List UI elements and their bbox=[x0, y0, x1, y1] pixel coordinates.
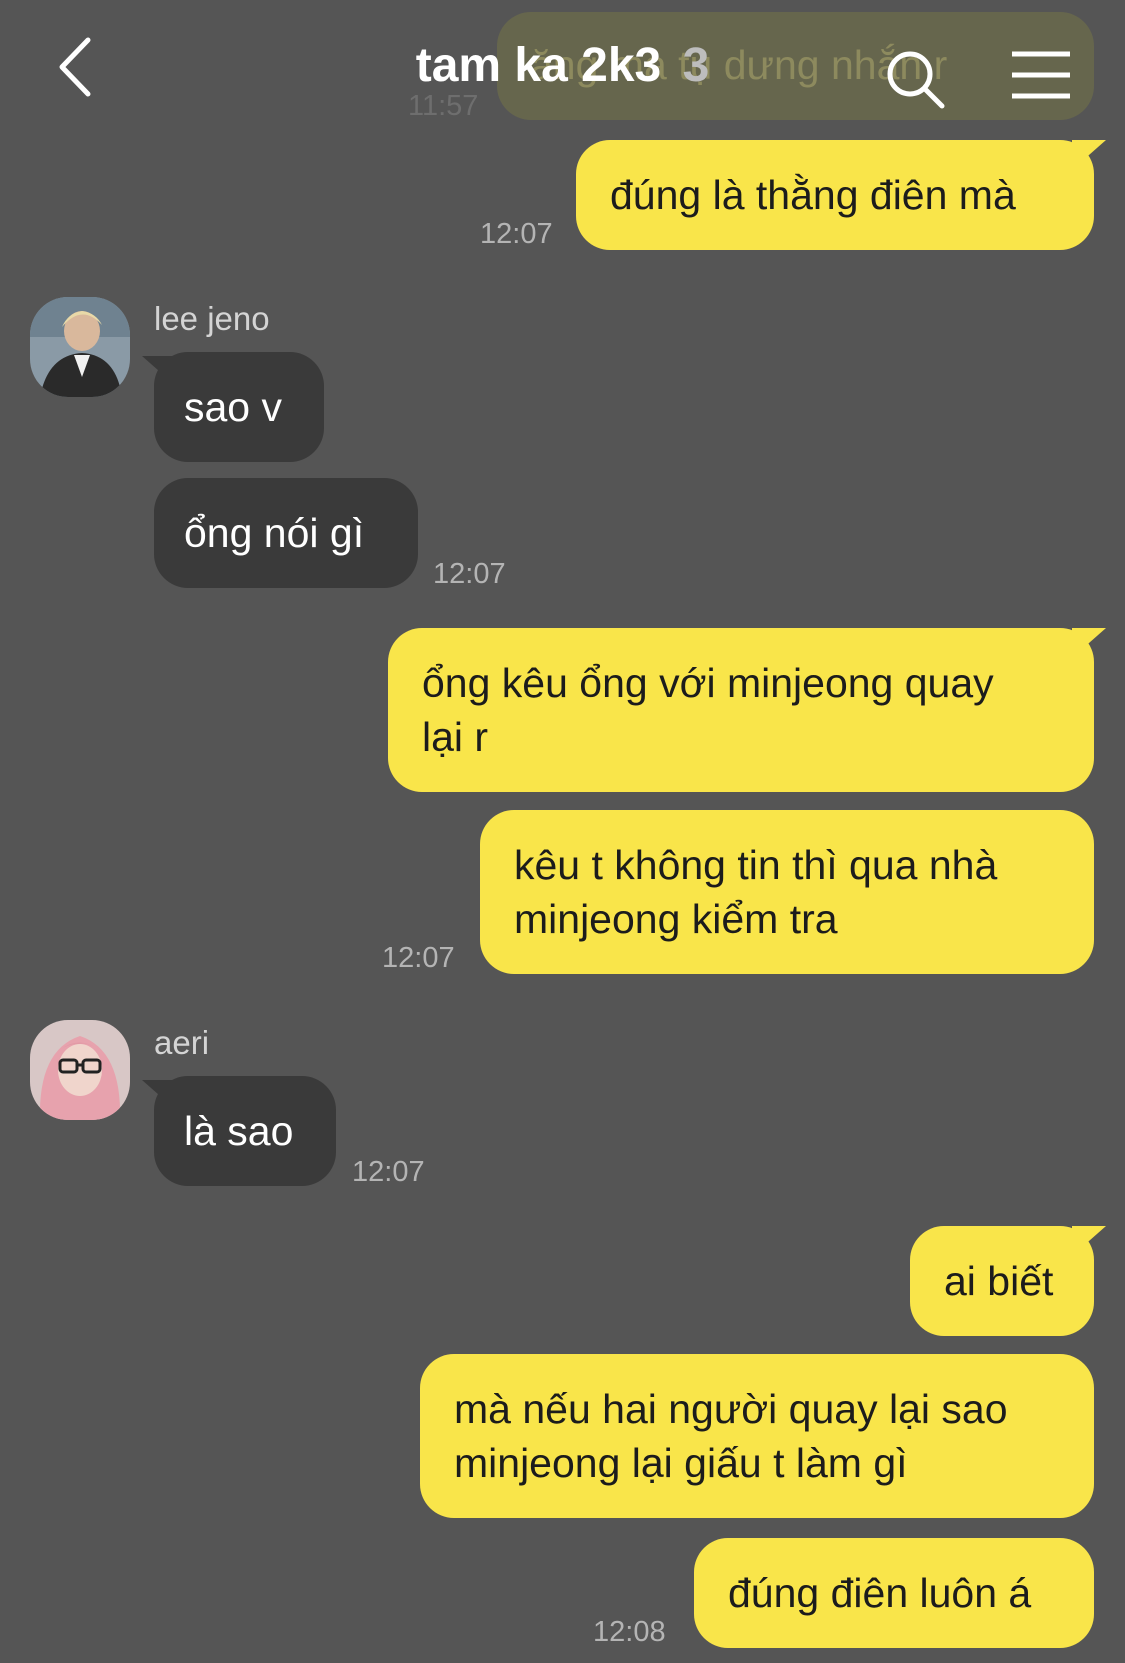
message-line: lại r bbox=[422, 714, 489, 760]
sender-name: lee jeno bbox=[154, 300, 270, 337]
chat-title: tam ka 2k3 3 bbox=[0, 38, 1125, 93]
message-line: ổng kêu ổng với minjeong quay bbox=[422, 660, 994, 706]
message-line: minjeong kiểm tra bbox=[514, 896, 838, 942]
message-time: 12:07 bbox=[480, 218, 553, 250]
search-button[interactable] bbox=[884, 46, 948, 110]
avatar-lee-jeno[interactable] bbox=[30, 297, 130, 397]
my-message-bubble[interactable]: đúng điên luôn á bbox=[694, 1538, 1094, 1648]
my-message-bubble[interactable]: ổng kêu ổng với minjeong quay lại r bbox=[388, 628, 1094, 792]
message-time: 12:07 bbox=[433, 558, 506, 590]
avatar-aeri[interactable] bbox=[30, 1020, 130, 1120]
message-text: đúng là thằng điên mà bbox=[610, 172, 1016, 218]
message-line: kêu t không tin thì qua nhà bbox=[514, 842, 998, 888]
bubble-tail bbox=[142, 1080, 176, 1110]
my-message-bubble[interactable]: ai biết bbox=[910, 1226, 1094, 1336]
partial-message-time: 11:57 bbox=[408, 90, 479, 122]
message-text: là sao bbox=[184, 1108, 294, 1154]
message-text: sao v bbox=[184, 384, 282, 430]
menu-button[interactable] bbox=[1010, 50, 1072, 100]
other-message-bubble[interactable]: sao v bbox=[154, 352, 324, 462]
bubble-tail bbox=[142, 356, 176, 386]
my-message-bubble[interactable]: đúng là thằng điên mà bbox=[576, 140, 1094, 250]
message-time: 12:07 bbox=[352, 1156, 425, 1188]
member-count: 3 bbox=[682, 39, 710, 92]
bubble-tail bbox=[1072, 140, 1106, 170]
search-icon bbox=[887, 51, 945, 109]
bubble-tail bbox=[1072, 1226, 1106, 1256]
hamburger-menu-icon bbox=[1012, 51, 1070, 99]
message-line: mà nếu hai người quay lại sao bbox=[454, 1386, 1008, 1432]
message-text: ai biết bbox=[944, 1258, 1054, 1304]
message-text: ổng nói gì bbox=[184, 510, 365, 556]
my-message-bubble[interactable]: mà nếu hai người quay lại sao minjeong l… bbox=[420, 1354, 1094, 1518]
other-message-bubble[interactable]: ổng nói gì bbox=[154, 478, 418, 588]
bubble-tail bbox=[1072, 628, 1106, 658]
message-time: 12:08 bbox=[593, 1616, 666, 1648]
my-message-bubble[interactable]: kêu t không tin thì qua nhà minjeong kiể… bbox=[480, 810, 1094, 974]
message-time: 12:07 bbox=[382, 942, 455, 974]
message-text: đúng điên luôn á bbox=[728, 1570, 1032, 1616]
other-message-bubble[interactable]: là sao bbox=[154, 1076, 336, 1186]
chat-name: tam ka 2k3 bbox=[415, 39, 662, 92]
message-line: minjeong lại giấu t làm gì bbox=[454, 1440, 908, 1486]
sender-name: aeri bbox=[154, 1024, 210, 1061]
